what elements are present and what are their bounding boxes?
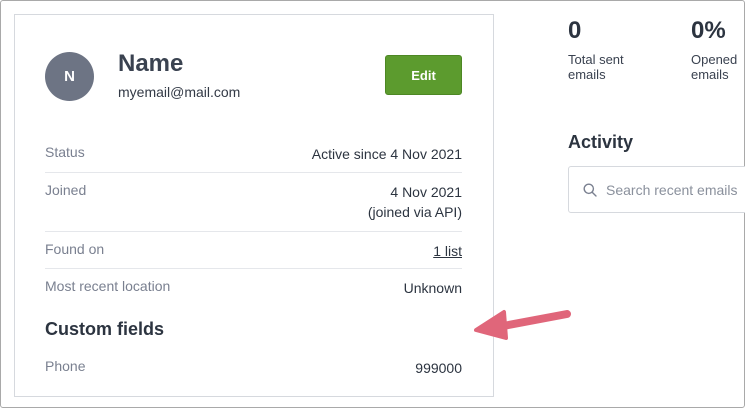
divider (45, 172, 462, 173)
detail-row-joined: Joined 4 Nov 2021 (joined via API) (45, 182, 462, 222)
search-icon (583, 183, 597, 197)
custom-field-value: 999000 (415, 360, 462, 376)
stat-opened-value: 0% (691, 17, 726, 44)
detail-value: Unknown (403, 280, 462, 296)
detail-label: Status (45, 144, 85, 160)
annotation-arrow-icon (474, 310, 571, 340)
search-input[interactable] (606, 181, 745, 198)
detail-row-found-on: Found on 1 list (45, 241, 462, 261)
stat-total-sent-label: Total sent emails (568, 52, 624, 82)
detail-label: Found on (45, 241, 105, 257)
detail-row-status: Status Active since 4 Nov 2021 (45, 144, 462, 164)
detail-value: 4 Nov 2021 (joined via API) (368, 182, 462, 222)
contact-email: myemail@mail.com (118, 84, 241, 100)
contact-card: N Name myemail@mail.com Edit Status Acti… (14, 14, 494, 397)
detail-value: Active since 4 Nov 2021 (311, 146, 462, 162)
stat-label-line: emails (691, 67, 729, 82)
contact-name: Name (118, 50, 184, 77)
edit-button[interactable]: Edit (385, 55, 462, 95)
lists-link[interactable]: 1 list (433, 241, 462, 261)
custom-field-row-phone: Phone 999000 (45, 358, 462, 378)
custom-fields-title: Custom fields (45, 319, 165, 339)
activity-title: Activity (568, 132, 634, 152)
detail-row-location: Most recent location Unknown (45, 278, 462, 298)
stat-opened-label: Opened emails (691, 52, 737, 82)
divider (45, 268, 462, 269)
custom-field-label: Phone (45, 358, 86, 374)
stat-label-line: Total sent (568, 52, 624, 67)
divider (45, 231, 462, 232)
detail-label: Most recent location (45, 278, 171, 294)
joined-source: (joined via API) (367, 204, 462, 220)
search-box[interactable] (568, 166, 745, 213)
joined-date: 4 Nov 2021 (390, 184, 462, 200)
detail-label: Joined (45, 182, 87, 198)
avatar: N (45, 52, 94, 101)
stat-label-line: Opened (691, 52, 738, 67)
stat-label-line: emails (568, 67, 606, 82)
stat-total-sent-value: 0 (568, 17, 582, 44)
